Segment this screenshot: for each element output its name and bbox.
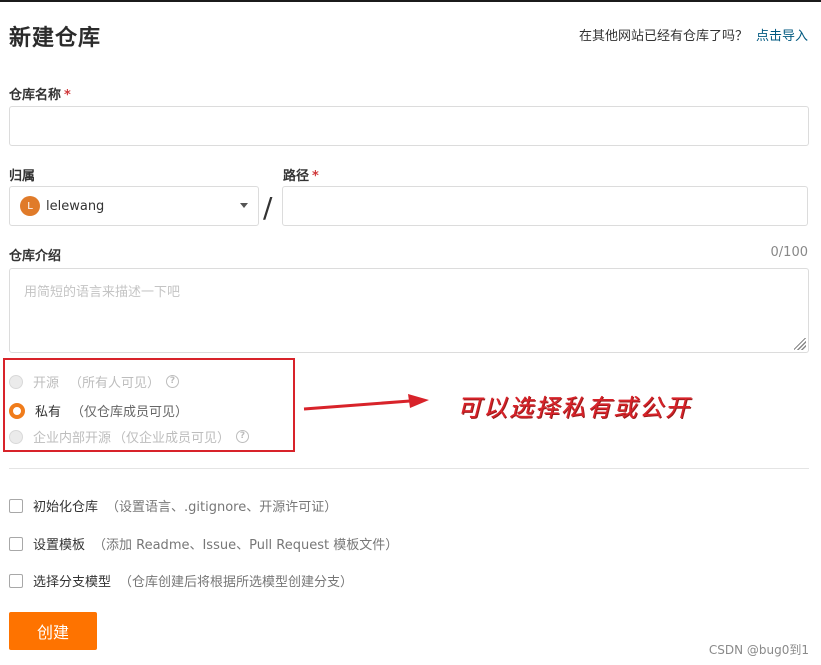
description-placeholder: 用简短的语言来描述一下吧 — [24, 285, 181, 300]
description-textarea[interactable]: 用简短的语言来描述一下吧 — [9, 268, 809, 353]
radio-label: 开源 — [33, 376, 60, 391]
radio-description: （所有人可见） — [69, 376, 161, 391]
checkbox-label: 初始化仓库 — [33, 500, 99, 515]
radio-label: 企业内部开源 — [33, 431, 112, 446]
create-button[interactable]: 创建 — [9, 612, 97, 650]
path-label-text: 路径 — [283, 169, 310, 184]
description-counter: 0/100 — [770, 245, 808, 260]
top-border — [0, 0, 821, 2]
resize-handle-icon[interactable] — [794, 338, 806, 350]
path-separator: / — [263, 191, 273, 224]
checkbox[interactable] — [9, 498, 23, 513]
required-mark: * — [312, 169, 319, 184]
chevron-down-icon — [240, 203, 248, 208]
radio-button-checked[interactable] — [9, 402, 25, 419]
repo-name-label-text: 仓库名称 — [9, 88, 62, 103]
required-mark: * — [64, 88, 71, 103]
owner-selected-value: lelewang — [46, 198, 105, 214]
annotation-arrow-icon — [303, 394, 429, 411]
annotation-text: 可以选择私有或公开 — [457, 394, 691, 422]
description-label: 仓库介绍 — [9, 249, 62, 264]
checkbox-label: 选择分支模型 — [33, 575, 112, 590]
help-icon[interactable]: ? — [166, 375, 180, 388]
owner-select[interactable]: L lelewang — [9, 186, 259, 226]
option-set-template[interactable]: 设置模板 （添加 Readme、Issue、Pull Request 模板文件） — [9, 534, 398, 553]
repo-name-input[interactable] — [9, 106, 809, 146]
checkbox-description: （仓库创建后将根据所选模型创建分支） — [119, 575, 354, 590]
checkbox-description: （添加 Readme、Issue、Pull Request 模板文件） — [93, 538, 399, 553]
radio-label: 私有 — [35, 405, 62, 420]
visibility-option-open-source[interactable]: 开源 （所有人可见） ? — [9, 372, 180, 391]
visibility-option-enterprise[interactable]: 企业内部开源 （仅企业成员可见） ? — [9, 427, 250, 446]
avatar: L — [20, 196, 40, 216]
path-input[interactable] — [282, 186, 808, 226]
radio-description: （仅仓库成员可见） — [71, 405, 189, 420]
repo-name-label: 仓库名称 * — [9, 84, 71, 103]
owner-label: 归属 — [9, 169, 36, 184]
radio-description: （仅企业成员可见） — [113, 431, 231, 446]
path-label: 路径 * — [283, 165, 319, 184]
checkbox[interactable] — [9, 573, 23, 588]
import-prompt-text: 在其他网站已经有仓库了吗？ — [578, 29, 748, 44]
option-branch-model[interactable]: 选择分支模型 （仓库创建后将根据所选模型创建分支） — [9, 571, 353, 590]
option-init-repo[interactable]: 初始化仓库 （设置语言、.gitignore、开源许可证） — [9, 496, 337, 515]
radio-button[interactable] — [9, 429, 23, 444]
page-title: 新建仓库 — [9, 26, 102, 51]
watermark: CSDN @bug0到1 — [708, 643, 809, 657]
checkbox[interactable] — [9, 536, 23, 551]
checkbox-description: （设置语言、.gitignore、开源许可证） — [106, 500, 338, 515]
import-link[interactable]: 点击导入 — [756, 29, 808, 44]
checkbox-label: 设置模板 — [33, 538, 86, 553]
divider — [9, 468, 809, 469]
help-icon[interactable]: ? — [236, 430, 250, 443]
visibility-option-private[interactable]: 私有 （仅仓库成员可见） — [9, 401, 188, 420]
radio-button[interactable] — [9, 374, 23, 389]
import-prompt: 在其他网站已经有仓库了吗？ 点击导入 — [579, 25, 808, 44]
